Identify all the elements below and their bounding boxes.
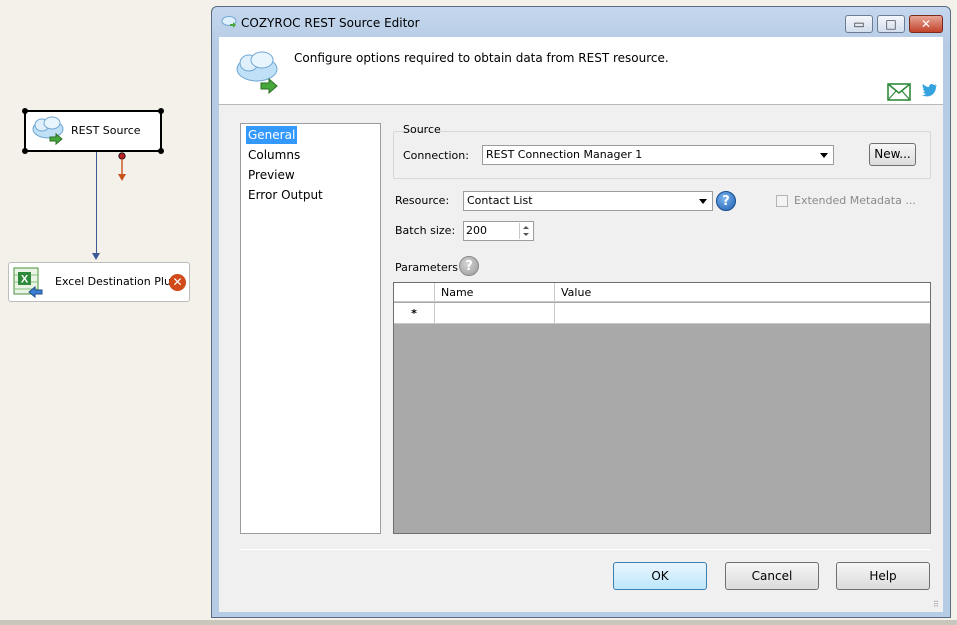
cloud-icon: [221, 16, 237, 28]
data-flow-arrow: [92, 253, 100, 260]
value-cell[interactable]: [555, 303, 930, 324]
extended-metadata-checkbox[interactable]: [776, 195, 788, 207]
resource-dropdown[interactable]: Contact List: [463, 191, 713, 211]
resource-help-icon[interactable]: ?: [716, 191, 736, 211]
parameters-help-icon[interactable]: ?: [459, 256, 479, 276]
email-icon[interactable]: [887, 83, 911, 101]
dialog-header: Configure options required to obtain dat…: [219, 37, 943, 105]
nav-item-error-output[interactable]: Error Output: [246, 186, 325, 204]
design-surface: REST Source X Excel Destination Plus ✕: [0, 0, 212, 625]
name-cell[interactable]: [435, 303, 555, 324]
connection-value: REST Connection Manager 1: [486, 148, 643, 161]
status-strip: [0, 620, 957, 625]
rest-source-node[interactable]: REST Source: [22, 108, 164, 154]
selection-handle[interactable]: [22, 148, 28, 154]
batch-size-label: Batch size:: [395, 224, 456, 237]
data-flow-path[interactable]: [96, 152, 97, 257]
twitter-icon[interactable]: [922, 83, 938, 97]
ok-button[interactable]: OK: [613, 562, 707, 590]
cloud-icon: [32, 116, 64, 146]
batch-size-value: 200: [466, 224, 487, 237]
source-group-label: Source: [403, 123, 441, 136]
excel-destination-label: Excel Destination Plus: [55, 275, 177, 288]
cloud-icon: [236, 51, 278, 95]
rest-source-editor-window: COZYROC REST Source Editor ▭ □ ✕ Configu…: [211, 6, 951, 618]
excel-destination-node[interactable]: X Excel Destination Plus ✕: [8, 262, 190, 302]
cancel-button[interactable]: Cancel: [725, 562, 819, 590]
maximize-button[interactable]: □: [877, 15, 905, 33]
parameters-label: Parameters: [395, 261, 458, 274]
parameters-grid[interactable]: Name Value *: [393, 282, 931, 534]
selection-handle[interactable]: [158, 108, 164, 114]
connection-dropdown[interactable]: REST Connection Manager 1: [482, 145, 834, 165]
chevron-down-icon: [699, 199, 707, 204]
column-header-name[interactable]: Name: [435, 283, 555, 302]
footer-divider: [240, 549, 931, 550]
new-row-marker: *: [394, 303, 435, 324]
error-badge-icon: ✕: [169, 274, 186, 291]
nav-item-general[interactable]: General: [246, 126, 298, 144]
dialog-description: Configure options required to obtain dat…: [294, 51, 669, 65]
help-button[interactable]: Help: [836, 562, 930, 590]
excel-icon: X: [13, 267, 43, 299]
connection-label: Connection:: [403, 149, 469, 162]
svg-text:X: X: [21, 274, 29, 286]
selection-handle[interactable]: [158, 148, 164, 154]
close-icon: ✕: [920, 17, 932, 31]
spin-down-icon: [523, 233, 529, 236]
grid-header: Name Value: [394, 283, 930, 302]
resource-value: Contact List: [467, 194, 533, 207]
minimize-button[interactable]: ▭: [845, 15, 873, 33]
row-header-corner: [394, 283, 435, 302]
error-output-arrow[interactable]: [118, 152, 126, 182]
maximize-icon: □: [885, 17, 897, 31]
minimize-icon: ▭: [853, 17, 865, 31]
nav-item-columns[interactable]: Columns: [246, 146, 302, 164]
dialog-client-area: Configure options required to obtain dat…: [219, 37, 943, 612]
batch-size-stepper[interactable]: 200: [463, 221, 534, 241]
window-title: COZYROC REST Source Editor: [241, 16, 420, 30]
spin-buttons[interactable]: [519, 223, 532, 239]
resource-label: Resource:: [395, 194, 450, 207]
rest-source-label: REST Source: [71, 124, 141, 137]
close-button[interactable]: ✕: [909, 15, 943, 33]
new-connection-button[interactable]: New...: [869, 143, 916, 166]
page-nav-list: General Columns Preview Error Output: [240, 123, 381, 534]
selection-handle[interactable]: [22, 108, 28, 114]
table-row: *: [394, 303, 930, 324]
resize-grip-icon[interactable]: ⠿: [933, 600, 939, 609]
extended-metadata-label: Extended Metadata ...: [794, 194, 916, 207]
nav-item-preview[interactable]: Preview: [246, 166, 297, 184]
title-bar[interactable]: COZYROC REST Source Editor ▭ □ ✕: [212, 7, 950, 37]
spin-up-icon: [523, 226, 529, 229]
chevron-down-icon: [820, 153, 828, 158]
column-header-value[interactable]: Value: [555, 283, 930, 302]
